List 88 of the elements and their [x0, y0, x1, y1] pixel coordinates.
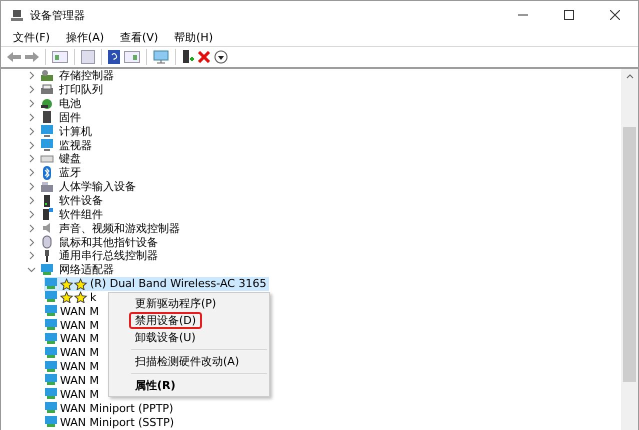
- menu-item[interactable]: 查看(V): [112, 30, 166, 44]
- network-adapter-icon: [44, 401, 58, 416]
- tree-item[interactable]: 网络适配器: [57, 263, 116, 276]
- expand-chevron-icon[interactable]: [27, 238, 36, 247]
- network-adapter-icon: [44, 276, 58, 291]
- stars-icon: [60, 291, 88, 304]
- expand-chevron-icon[interactable]: [27, 140, 36, 150]
- battery-icon: [40, 96, 54, 111]
- network-adapter-icon: [44, 373, 58, 388]
- context-menu-item[interactable]: 更新驱动程序(P): [129, 295, 222, 312]
- expand-chevron-icon[interactable]: [27, 85, 36, 94]
- expand-chevron-icon[interactable]: [27, 251, 36, 260]
- network-adapter-icon: [44, 318, 58, 332]
- tree-item[interactable]: k: [44, 290, 100, 304]
- monitor-icon[interactable]: [153, 50, 169, 64]
- monitor-icon: [40, 124, 54, 138]
- menu-item[interactable]: 文件(F): [5, 30, 58, 44]
- tree-item[interactable]: 鼠标和其他指针设备: [57, 236, 160, 249]
- mouse-icon: [40, 235, 54, 250]
- bluetooth-icon: [40, 166, 54, 180]
- scrollbar[interactable]: [621, 69, 638, 430]
- expand-chevron-icon[interactable]: [27, 112, 36, 122]
- scroll-up-icon[interactable]: [626, 73, 634, 79]
- forward-icon[interactable]: [25, 51, 39, 63]
- expand-chevron-icon[interactable]: [27, 71, 36, 80]
- tree-item[interactable]: 监视器: [57, 138, 94, 152]
- tree-item[interactable]: WAN M: [44, 360, 102, 374]
- storage-icon: [40, 68, 54, 83]
- tree-item[interactable]: 通用串行总线控制器: [57, 249, 160, 262]
- context-menu-item[interactable]: 属性(R): [129, 377, 182, 394]
- monitor-icon: [40, 138, 54, 152]
- pane-icon[interactable]: [52, 50, 68, 64]
- network-adapter-icon: [44, 346, 58, 360]
- collapse-chevron-icon[interactable]: [27, 265, 36, 274]
- network-adapter-icon: [44, 290, 58, 304]
- tree-item[interactable]: (R) Dual Band Wireless-AC 3165: [44, 276, 270, 291]
- tree-item[interactable]: WAN M: [44, 332, 102, 346]
- menu-item[interactable]: 操作(A): [58, 30, 112, 44]
- add-driver-icon[interactable]: [182, 50, 194, 64]
- tree-item[interactable]: 蓝牙: [57, 166, 83, 180]
- delete-icon[interactable]: [198, 51, 210, 63]
- context-menu-item[interactable]: 禁用设备(D): [129, 312, 202, 329]
- context-menu-item[interactable]: 卸载设备(U): [129, 329, 202, 346]
- expand-chevron-icon[interactable]: [27, 154, 36, 164]
- help-icon[interactable]: [108, 50, 120, 64]
- network-adapter-icon: [44, 332, 58, 346]
- expand-chevron-icon[interactable]: [27, 210, 36, 219]
- download-icon[interactable]: [214, 50, 228, 64]
- expand-chevron-icon[interactable]: [27, 224, 36, 233]
- stars-icon: [60, 278, 88, 290]
- device-manager-icon: [10, 8, 24, 22]
- window-title: 设备管理器: [30, 8, 85, 22]
- tree-item[interactable]: 声音、视频和游戏控制器: [57, 222, 182, 235]
- expand-chevron-icon[interactable]: [27, 99, 36, 108]
- chip-icon: [40, 110, 54, 124]
- tree-item[interactable]: 存储控制器: [57, 69, 116, 82]
- device-icon: [40, 207, 54, 222]
- tree-item[interactable]: 键盘: [57, 152, 83, 166]
- printer-icon: [40, 82, 54, 97]
- tree-item[interactable]: 计算机: [57, 124, 94, 138]
- scrollbar-thumb[interactable]: [623, 127, 636, 382]
- tree-item[interactable]: WAN M: [44, 318, 102, 332]
- tree-item[interactable]: 打印队列: [57, 83, 105, 96]
- expand-chevron-icon[interactable]: [27, 168, 36, 178]
- expand-chevron-icon[interactable]: [27, 196, 36, 206]
- expand-chevron-icon[interactable]: [27, 126, 36, 136]
- menu-item[interactable]: 帮助(H): [166, 30, 221, 44]
- tree-item[interactable]: WAN Miniport (PPTP): [44, 401, 176, 416]
- tree-item[interactable]: 软件组件: [57, 208, 105, 221]
- tree-item[interactable]: 人体学输入设备: [57, 180, 138, 194]
- tree-item[interactable]: 电池: [57, 97, 83, 110]
- tree-item[interactable]: WAN M: [44, 373, 102, 388]
- tree-item[interactable]: WAN M: [44, 304, 102, 318]
- tree-item[interactable]: 固件: [57, 110, 83, 124]
- network-adapter-icon: [44, 415, 58, 430]
- maximize-icon: [564, 10, 574, 20]
- tree-item[interactable]: 软件设备: [57, 194, 105, 208]
- network-adapter-icon: [44, 387, 58, 402]
- close-icon: [610, 10, 620, 20]
- expand-chevron-icon[interactable]: [27, 182, 36, 192]
- context-menu-item[interactable]: 扫描检测硬件改动(A): [129, 353, 246, 370]
- tree-item[interactable]: WAN M: [44, 346, 102, 360]
- tree-item[interactable]: WAN Miniport (SSTP): [44, 415, 178, 430]
- network-adapter-icon: [44, 360, 58, 374]
- back-icon[interactable]: [7, 51, 21, 63]
- network-adapter-icon: [40, 262, 54, 277]
- tree-item[interactable]: WAN M: [44, 387, 102, 402]
- network-adapter-icon: [44, 304, 58, 318]
